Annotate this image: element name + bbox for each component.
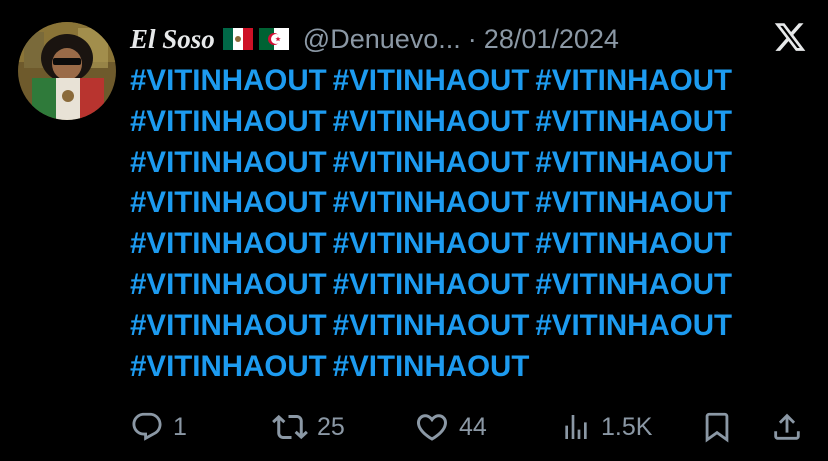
tweet-text-line: #VITINHAOUT #VITINHAOUT #VITINHAOUT [130,102,820,143]
tweet-text-line: #VITINHAOUT #VITINHAOUT #VITINHAOUT [130,265,820,306]
reply-button[interactable]: 1 [130,400,187,454]
hashtag-link[interactable]: #VITINHAOUT [333,265,530,306]
algeria-flag-icon [258,28,289,50]
tweet-text-line: #VITINHAOUT #VITINHAOUT [130,347,820,388]
avatar[interactable] [18,22,116,120]
hashtag-link[interactable]: #VITINHAOUT [333,183,530,224]
hashtag-link[interactable]: #VITINHAOUT [333,224,530,265]
views-icon [565,415,587,439]
views-count: 1.5K [601,412,653,441]
x-logo-icon[interactable] [773,20,807,54]
hashtag-link[interactable]: #VITINHAOUT [130,102,327,143]
views-button[interactable]: 1.5K [560,400,652,454]
hashtag-link[interactable]: #VITINHAOUT [130,143,327,184]
reply-count: 1 [173,412,187,441]
hashtag-link[interactable]: #VITINHAOUT [333,61,530,102]
hashtag-link[interactable]: #VITINHAOUT [130,183,327,224]
hashtag-link[interactable]: #VITINHAOUT [130,224,327,265]
hashtag-link[interactable]: #VITINHAOUT [333,143,530,184]
hashtag-link[interactable]: #VITINHAOUT [130,61,327,102]
reply-icon [132,412,162,441]
tweet-header: El Soso @Denuevo... · 28/01/2024 [130,18,619,60]
hashtag-link[interactable]: #VITINHAOUT [535,306,732,347]
repost-count: 25 [317,412,345,441]
tweet-card: El Soso @Denuevo... · 28/01/2024 #VITINH… [0,0,828,461]
tweet-text-line: #VITINHAOUT #VITINHAOUT #VITINHAOUT [130,143,820,184]
tweet-body: #VITINHAOUT #VITINHAOUT #VITINHAOUT #VITINH… [130,61,820,387]
share-button[interactable] [770,400,804,454]
hashtag-link[interactable]: #VITINHAOUT [535,224,732,265]
author-handle[interactable]: @Denuevo... [303,24,461,55]
hashtag-link[interactable]: #VITINHAOUT [333,306,530,347]
mexico-flag-icon [222,28,253,50]
tweet-text-line: #VITINHAOUT #VITINHAOUT #VITINHAOUT [130,183,820,224]
hashtag-link[interactable]: #VITINHAOUT [130,306,327,347]
hashtag-link[interactable]: #VITINHAOUT [333,102,530,143]
tweet-actions: 1 25 44 1.5K [0,400,828,454]
like-count: 44 [459,412,487,441]
repost-button[interactable]: 25 [272,400,345,454]
tweet-text-line: #VITINHAOUT #VITINHAOUT #VITINHAOUT [130,61,820,102]
hashtag-link[interactable]: #VITINHAOUT [535,265,732,306]
author-display-name[interactable]: El Soso [130,24,215,55]
hashtag-link[interactable]: #VITINHAOUT [535,102,732,143]
hashtag-link[interactable]: #VITINHAOUT [333,347,530,388]
tweet-text-line: #VITINHAOUT #VITINHAOUT #VITINHAOUT [130,306,820,347]
hashtag-link[interactable]: #VITINHAOUT [535,61,732,102]
header-separator: · [467,23,477,54]
hashtag-link[interactable]: #VITINHAOUT [130,265,327,306]
hashtag-link[interactable]: #VITINHAOUT [130,347,327,388]
hashtag-link[interactable]: #VITINHAOUT [535,183,732,224]
bookmark-button[interactable] [700,400,734,454]
heart-icon [416,414,448,441]
repost-icon [272,414,308,440]
tweet-text-line: #VITINHAOUT #VITINHAOUT #VITINHAOUT [130,224,820,265]
hashtag-link[interactable]: #VITINHAOUT [535,143,732,184]
tweet-date[interactable]: 28/01/2024 [484,24,619,55]
like-button[interactable]: 44 [414,400,487,454]
bookmark-icon [705,412,729,443]
share-icon [774,413,800,440]
